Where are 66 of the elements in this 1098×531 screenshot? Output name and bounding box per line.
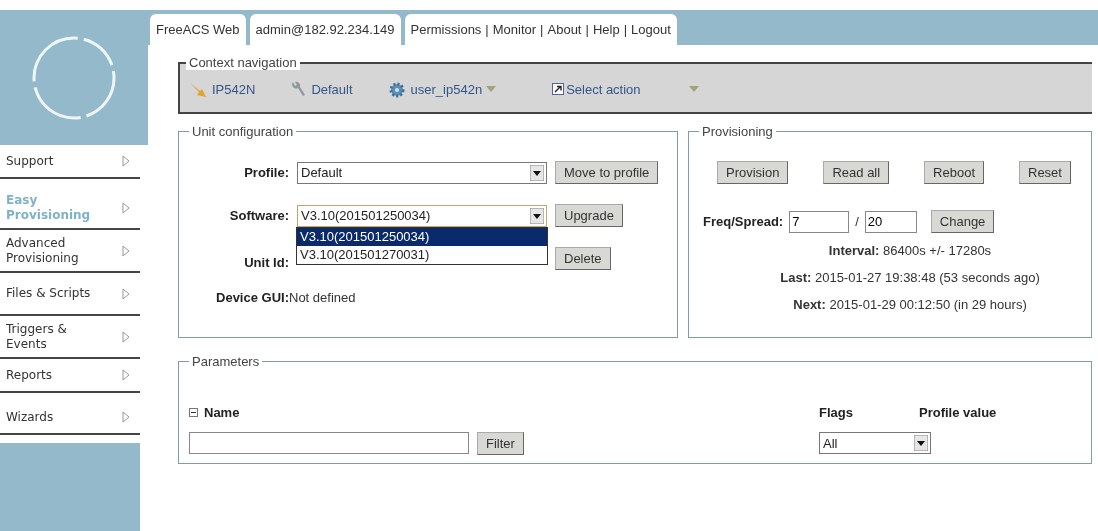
chevron-right-icon [122, 201, 130, 214]
sidebar-item[interactable]: Support [0, 145, 140, 179]
nav-link[interactable]: About [547, 22, 582, 37]
dropdown-arrow-icon [530, 207, 544, 224]
schedule-info: Interval: 86400s +/- 17280s [828, 243, 992, 258]
sidebar-item[interactable]: Wizards [0, 401, 140, 435]
name-filter-input[interactable] [189, 432, 469, 454]
chevron-right-icon [122, 287, 130, 300]
provisioning-button[interactable]: Read all [823, 161, 890, 184]
wrench-icon [289, 79, 308, 99]
device-gui-value: Not defined [289, 290, 357, 305]
move-to-profile-button[interactable]: Move to profile [555, 161, 659, 184]
field-label: Device GUI: [215, 290, 289, 305]
link-separator: | [485, 22, 489, 37]
dropdown-option[interactable]: V3.10(201501250034) [297, 227, 547, 246]
column-header: Profile value [919, 404, 998, 420]
software-select[interactable]: V3.10(201501250034) [297, 204, 547, 227]
sidebar-item[interactable]: Advanced Provisioning [0, 230, 140, 273]
provisioning-button[interactable]: Provision [717, 161, 789, 184]
freq-input[interactable]: 7 [789, 210, 850, 233]
context-nav-item[interactable]: IP542N [188, 79, 256, 99]
field-label: Software: [228, 208, 289, 223]
nav-link[interactable]: Help [592, 22, 620, 37]
field-label: Freq/Spread: [703, 214, 784, 229]
chevron-right-icon [122, 411, 130, 423]
caret-icon [688, 85, 699, 93]
spread-input[interactable]: 20 [864, 210, 917, 233]
delete-button[interactable]: Delete [555, 247, 611, 270]
chevron-right-icon [122, 155, 130, 167]
flags-select[interactable]: All [819, 432, 931, 454]
nav-link[interactable]: Permissions [410, 22, 482, 37]
link-separator: | [623, 22, 627, 37]
context-nav-item[interactable]: user_ip542n [386, 79, 497, 99]
link-separator: | [540, 22, 544, 37]
section-title: Context navigation [186, 55, 300, 70]
context-nav-item[interactable]: Default [289, 79, 353, 99]
separator-text: / [855, 214, 859, 229]
provisioning-button[interactable]: Reset [1019, 161, 1071, 184]
dropdown-arrow-icon [530, 164, 544, 181]
dropdown-arrow-icon [914, 435, 928, 451]
sidebar-item[interactable]: Files & Scripts [0, 273, 140, 316]
chevron-right-icon [122, 244, 130, 257]
select-action-menu[interactable]: Select action [552, 81, 699, 97]
schedule-info: Last: 2015-01-27 19:38:48 (53 seconds ago) [780, 270, 1040, 285]
header-tab[interactable]: admin@182.92.234.149 [249, 14, 401, 45]
chevron-right-icon [122, 369, 130, 381]
nav-link[interactable]: Monitor [492, 22, 537, 37]
change-button[interactable]: Change [930, 210, 995, 233]
field-label: Profile: [243, 165, 289, 180]
profile-select[interactable]: Default [297, 161, 547, 184]
provisioning-button[interactable]: Reboot [924, 161, 985, 184]
column-header: Flags [819, 404, 854, 420]
chevron-right-icon [122, 330, 130, 343]
collapse-icon[interactable] [189, 407, 198, 417]
caret-icon [486, 85, 497, 93]
field-label: Unit Id: [243, 255, 289, 270]
external-link-icon [552, 83, 565, 95]
sidebar-item[interactable]: Reports [0, 359, 140, 393]
schedule-info: Next: 2015-01-29 00:12:50 (in 29 hours) [793, 297, 1027, 312]
filter-button[interactable]: Filter [477, 431, 524, 455]
upgrade-button[interactable]: Upgrade [555, 204, 623, 227]
nav-link[interactable]: Logout [631, 22, 671, 37]
link-separator: | [585, 22, 589, 37]
sidebar-item[interactable]: Triggers & Events [0, 316, 140, 359]
column-header: Name [204, 404, 240, 420]
header-tab[interactable]: FreeACS Web [150, 14, 246, 45]
